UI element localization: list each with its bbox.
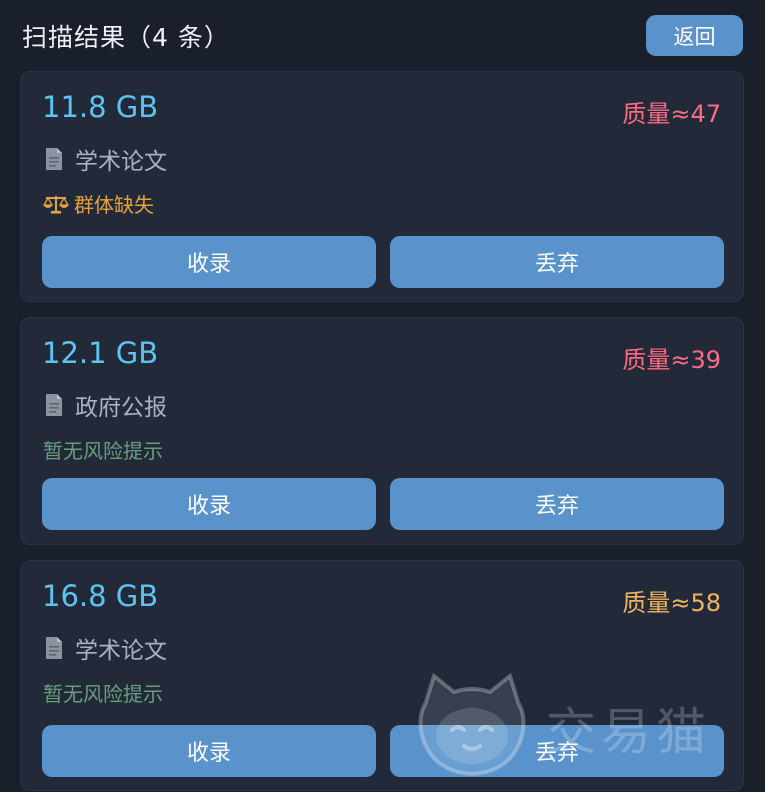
file-size: 11.8 GB [42,90,159,124]
category-label: 学术论文 [75,638,167,664]
card-actions: 收录 丢弃 [42,725,724,777]
scale-icon [43,195,69,213]
quality-score: 质量≈58 [622,589,721,617]
discard-button[interactable]: 丢弃 [390,236,724,288]
back-button[interactable]: 返回 [646,15,743,56]
collect-button[interactable]: 收录 [42,725,376,777]
category-row: 政府公报 [44,390,167,421]
category-label: 学术论文 [75,149,167,175]
collect-button[interactable]: 收录 [42,236,376,288]
risk-label: 暂无风险提示 [43,682,163,706]
file-size: 12.1 GB [42,336,159,370]
page-title: 扫描结果（4 条） [22,23,230,52]
document-icon [46,637,62,659]
discard-button[interactable]: 丢弃 [390,478,724,530]
risk-row: 暂无风险提示 [43,435,163,464]
quality-score: 质量≈47 [622,100,721,128]
result-list: 11.8 GB 质量≈47 学术论文 群体缺失 收录 丢弃 12.1 GB 质量… [20,71,744,792]
discard-button[interactable]: 丢弃 [390,725,724,777]
result-card: 16.8 GB 质量≈58 学术论文 暂无风险提示 收录 丢弃 [20,560,744,791]
result-card: 12.1 GB 质量≈39 政府公报 暂无风险提示 收录 丢弃 [20,317,744,545]
card-actions: 收录 丢弃 [42,236,724,288]
risk-label: 暂无风险提示 [43,439,163,463]
card-actions: 收录 丢弃 [42,478,724,530]
category-row: 学术论文 [44,633,167,664]
result-card: 11.8 GB 质量≈47 学术论文 群体缺失 收录 丢弃 [20,71,744,302]
risk-row: 暂无风险提示 [43,678,163,707]
quality-score: 质量≈39 [622,346,721,374]
risk-label: 群体缺失 [74,193,154,217]
category-label: 政府公报 [75,395,167,421]
file-size: 16.8 GB [42,579,159,613]
risk-row: 群体缺失 [43,189,154,218]
header: 扫描结果（4 条） 返回 [0,0,765,70]
collect-button[interactable]: 收录 [42,478,376,530]
document-icon [46,394,62,416]
scan-results-page: 扫描结果（4 条） 返回 11.8 GB 质量≈47 学术论文 群体缺失 收录 … [0,0,765,792]
document-icon [46,148,62,170]
category-row: 学术论文 [44,144,167,175]
